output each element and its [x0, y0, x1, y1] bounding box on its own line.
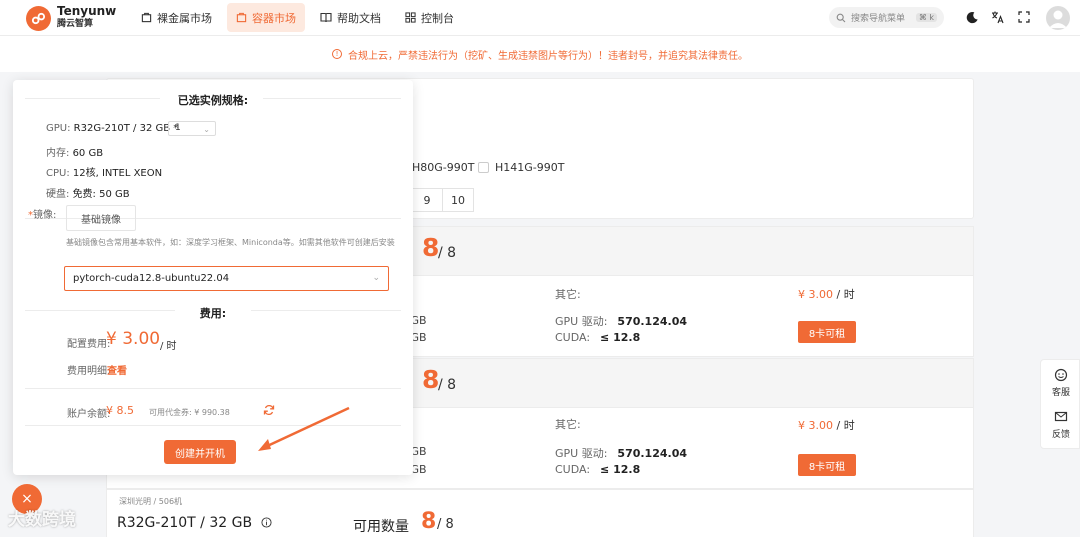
watermark: 大数跨境: [8, 510, 76, 530]
arrow-annotation: [258, 406, 350, 451]
